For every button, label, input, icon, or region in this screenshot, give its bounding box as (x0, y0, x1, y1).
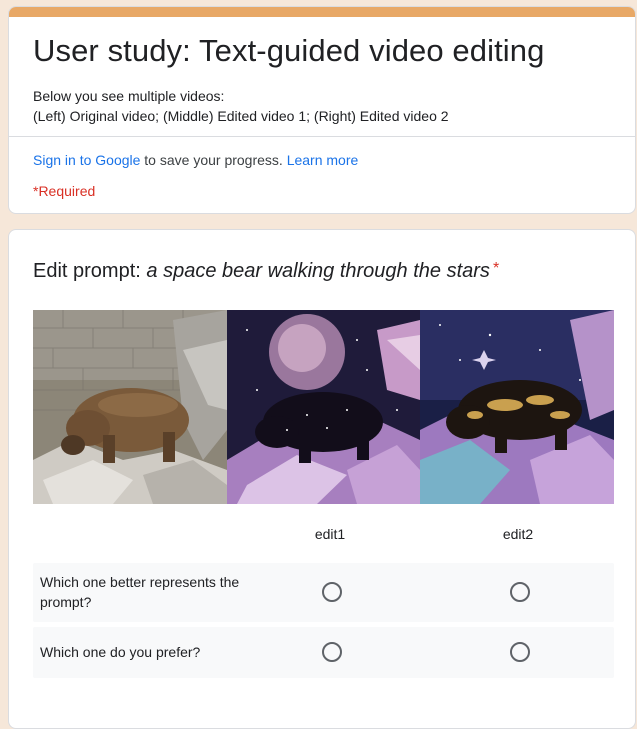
form-description-line-2: (Left) Original video; (Middle) Edited v… (33, 108, 449, 124)
required-asterisk: * (492, 260, 500, 277)
signin-message: Sign in to Google to save your progress.… (33, 152, 358, 168)
column-header-edit1: edit1 (314, 526, 346, 542)
signin-link[interactable]: Sign in to Google (33, 152, 140, 168)
row-label: Which one do you prefer? (40, 644, 201, 660)
required-note: *Required (33, 183, 96, 199)
grid-row-prompt-representation: Which one better represents the prompt? (33, 563, 614, 622)
form-title: User study: Text-guided video editing (33, 33, 545, 68)
question-card: Edit prompt: a space bear walking throug… (8, 229, 636, 729)
edited-video-1-frame (227, 310, 420, 504)
form-header-card: User study: Text-guided video editing Be… (8, 6, 636, 214)
learn-more-link[interactable]: Learn more (287, 152, 359, 168)
radio-row2-edit1[interactable] (322, 642, 342, 662)
grid-row-preference: Which one do you prefer? (33, 627, 614, 678)
column-header-edit2: edit2 (502, 526, 534, 542)
original-video-frame (33, 310, 227, 504)
radio-row2-edit2[interactable] (510, 642, 530, 662)
row-label: Which one better represents the prompt? (40, 574, 240, 610)
radio-row1-edit2[interactable] (510, 582, 530, 602)
question-title-prefix: Edit prompt: (33, 260, 147, 282)
question-title: Edit prompt: a space bear walking throug… (33, 260, 499, 283)
video-strip (33, 310, 614, 504)
radio-row1-edit1[interactable] (322, 582, 342, 602)
question-prompt: a space bear walking through the stars (146, 260, 490, 282)
signin-text: to save your progress. (140, 152, 287, 168)
header-divider (9, 136, 635, 137)
edited-video-2-frame (420, 310, 614, 504)
form-description-line-1: Below you see multiple videos: (33, 88, 225, 104)
header-accent-bar (9, 7, 635, 17)
grid-column-headers: edit1 edit2 (33, 526, 614, 548)
